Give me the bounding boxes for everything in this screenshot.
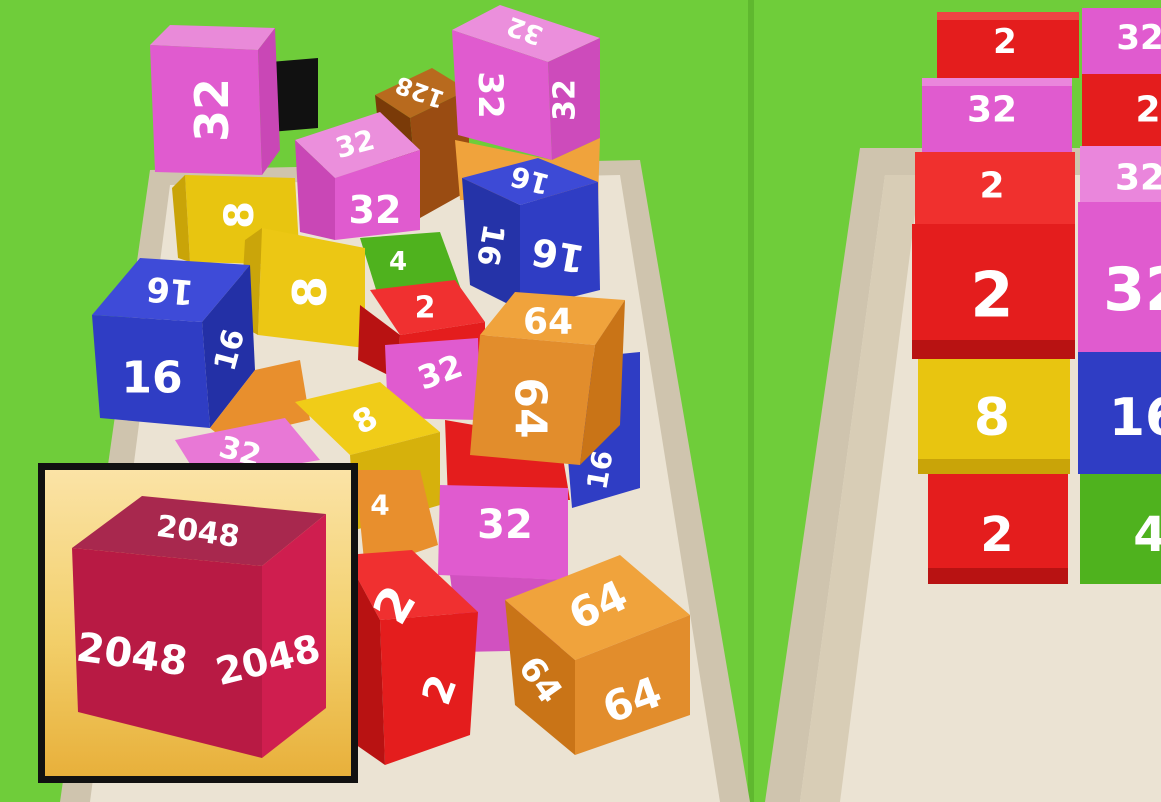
cube-label: 2 <box>1135 90 1160 131</box>
cube-label: 32 <box>1116 18 1161 58</box>
stack-cube-2: 2 <box>928 474 1068 584</box>
cube-16: 16 16 16 <box>462 158 600 310</box>
cube-label: 8 <box>974 388 1010 448</box>
stack-cube-2: 2 <box>912 224 1075 359</box>
cube-label: 32 <box>185 78 239 142</box>
cube-label: 2 <box>993 22 1017 62</box>
cube-label: 32 <box>470 71 510 118</box>
stack-cube-32: 32 <box>1078 202 1161 352</box>
cube-label: 4 <box>389 247 407 277</box>
stack-cube-2: 2 <box>937 12 1079 78</box>
cube-label: 32 <box>967 90 1017 131</box>
cube-label: 16 <box>1109 388 1161 448</box>
stack-cube-4: 4 <box>1080 474 1161 584</box>
cube-label: 32 <box>1115 158 1161 199</box>
cube-label: 8 <box>283 276 337 308</box>
cube-label: 64 <box>505 377 556 438</box>
stack-cube-16: 16 <box>1078 352 1161 474</box>
cube-label: 2 <box>415 291 436 326</box>
game-scene: 128 32 8 32 32 32 32 32 4 16 16 16 8 2 3… <box>0 0 1161 802</box>
cube-8: 8 <box>240 228 365 348</box>
stack-cube-32: 32 <box>1082 8 1161 74</box>
cube-label: 32 <box>1103 255 1161 325</box>
stack-cube-2: 2 <box>1082 74 1161 146</box>
cube-label: 64 <box>523 302 573 343</box>
cube-label: 16 <box>469 221 511 268</box>
cube-label: 32 <box>477 502 533 548</box>
stack-cube-32: 32 <box>1080 146 1161 202</box>
stack-cube-2: 2 <box>915 152 1075 224</box>
panel-divider <box>748 0 754 802</box>
stack-cube-8: 8 <box>918 359 1070 474</box>
cube-label: 2 <box>980 507 1013 563</box>
cube-label: 4 <box>1133 507 1161 563</box>
right-cube-stack: 2 32 2 2 8 2 32 2 32 3 1 4 <box>912 8 1161 584</box>
cube-label: 8 <box>217 201 263 229</box>
cube-label: 16 <box>145 268 196 312</box>
stack-cube-32: 32 <box>922 78 1072 152</box>
cube-label: 4 <box>370 489 389 522</box>
cube-label: 2 <box>979 166 1004 207</box>
cube-label: 32 <box>548 79 583 121</box>
cube-32: 32 <box>150 25 280 175</box>
game-screenshot: 128 32 8 32 32 32 32 32 4 16 16 16 8 2 3… <box>0 0 1161 802</box>
cube-label: 32 <box>349 188 402 232</box>
app-icon: 2048 2048 2048 <box>38 463 358 783</box>
app-icon-cube: 2048 2048 2048 <box>72 496 326 758</box>
cube-label: 16 <box>528 229 588 282</box>
cube-label: 2 <box>970 259 1013 332</box>
cube-label: 16 <box>121 353 182 404</box>
